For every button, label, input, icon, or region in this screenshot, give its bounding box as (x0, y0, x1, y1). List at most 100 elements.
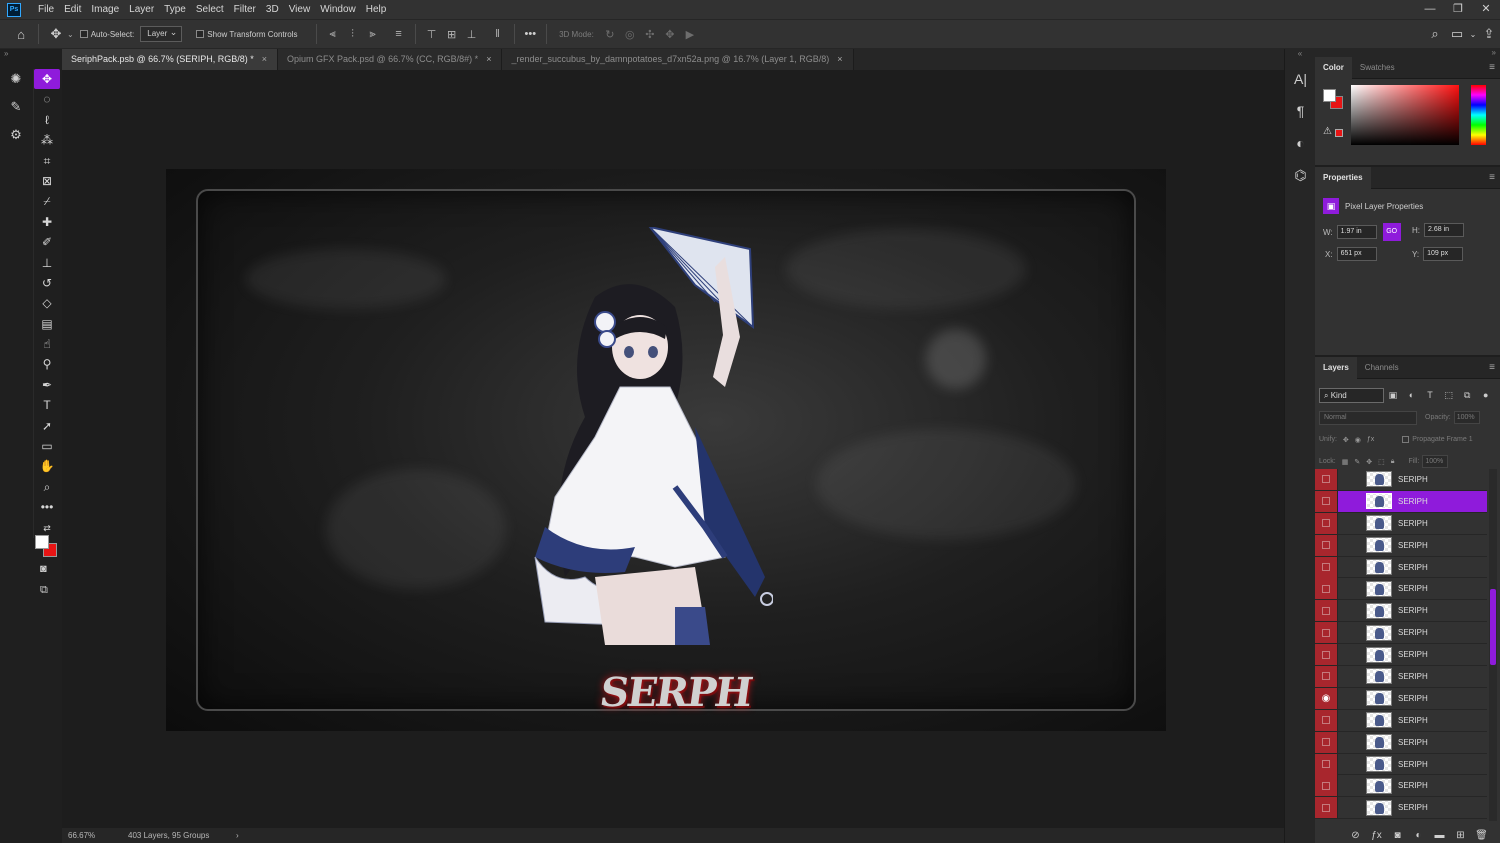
layer-list-scrollbar[interactable] (1489, 469, 1497, 821)
eye-off-icon[interactable] (1322, 650, 1330, 659)
tab-layers[interactable]: Layers (1315, 356, 1357, 379)
opacity-input[interactable]: 100% (1453, 411, 1480, 424)
width-input[interactable]: 1.97 in (1336, 225, 1377, 239)
tab-swatches[interactable]: Swatches (1352, 57, 1403, 79)
layer-row[interactable]: SERIPH (1315, 512, 1487, 535)
home-icon[interactable]: ⌂ (10, 27, 32, 42)
y-input[interactable]: 109 px (1423, 247, 1464, 261)
eye-off-icon[interactable] (1322, 781, 1330, 790)
layer-visibility-toggle[interactable] (1315, 512, 1338, 534)
layer-visibility-toggle[interactable] (1315, 490, 1338, 512)
layer-visibility-toggle[interactable] (1315, 469, 1338, 490)
layer-row[interactable]: SERIPH (1315, 709, 1487, 732)
unify-style-icon[interactable]: ƒx (1367, 436, 1374, 443)
eye-icon[interactable]: ◉ (1322, 693, 1331, 704)
show-transform-checkbox[interactable]: Show Transform Controls (196, 30, 298, 39)
artboard[interactable]: SERPH (166, 169, 1166, 731)
menu-layer[interactable]: Layer (124, 0, 159, 19)
restore-icon[interactable]: ❐ (1444, 0, 1472, 19)
more-tools-icon[interactable]: ••• (34, 497, 60, 517)
layer-row[interactable]: SERIPH (1315, 644, 1487, 667)
lasso-tool-icon[interactable]: ℓ (34, 110, 60, 130)
align-left-icon[interactable]: ⫷ (323, 27, 343, 41)
delete-layer-icon[interactable]: 🗑︎ (1471, 830, 1492, 841)
panel-menu-icon[interactable]: ≡ (1489, 357, 1495, 379)
layer-row[interactable]: SERIPH (1315, 600, 1487, 623)
more-options-icon[interactable]: ••• (525, 28, 537, 40)
close-icon[interactable]: × (262, 49, 267, 70)
3d-slide-icon[interactable]: ✥ (660, 27, 680, 41)
chevron-down-icon[interactable]: ⌄ (67, 30, 74, 39)
close-icon[interactable]: ✕ (1472, 0, 1500, 19)
filter-adjustment-icon[interactable]: ◐ (1402, 390, 1421, 400)
brush-settings-icon[interactable]: ✎ (4, 93, 28, 121)
tab-seriphpack[interactable]: SeriphPack.psb @ 66.7% (SERIPH, RGB/8) *… (62, 49, 278, 70)
menu-select[interactable]: Select (191, 0, 229, 19)
gamut-warning-icon[interactable]: ⚠ (1323, 126, 1332, 137)
3d-orbit-icon[interactable]: ↻ (600, 27, 620, 41)
menu-filter[interactable]: Filter (229, 0, 261, 19)
lock-artboard-icon[interactable]: ⬚ (1378, 458, 1385, 466)
workspace-icon[interactable]: ▭ (1446, 26, 1468, 42)
layer-visibility-toggle[interactable] (1315, 731, 1338, 753)
align-right-icon[interactable]: ⫸ (363, 27, 383, 41)
adjustments-icon[interactable]: ⚙ (4, 121, 28, 149)
filter-type-icon[interactable]: T (1421, 390, 1440, 400)
paragraph-panel-icon[interactable]: ¶ (1285, 95, 1316, 127)
x-input[interactable]: 651 px (1336, 247, 1377, 261)
pen-tool-icon[interactable]: ✒ (34, 375, 60, 395)
align-bottom-icon[interactable]: ⊥ (462, 27, 482, 41)
link-layers-icon[interactable]: ⊘ (1345, 830, 1366, 841)
gamut-color-swatch[interactable] (1335, 129, 1343, 137)
tab-channels[interactable]: Channels (1357, 357, 1407, 379)
anime-character-render[interactable] (525, 227, 773, 645)
character-panel-icon[interactable]: A| (1285, 63, 1316, 95)
new-adjustment-icon[interactable]: ◐ (1408, 830, 1429, 841)
layer-visibility-toggle[interactable] (1315, 600, 1338, 622)
layer-row[interactable]: SERIPH (1315, 731, 1487, 754)
chevron-down-icon[interactable]: ⌄ (1468, 30, 1478, 39)
height-input[interactable]: 2.68 in (1424, 223, 1464, 237)
move-tool-icon[interactable]: ✥ (45, 26, 67, 42)
foreground-color-swatch[interactable] (1323, 89, 1336, 102)
layer-visibility-toggle[interactable] (1315, 644, 1338, 666)
auto-select-checkbox[interactable]: Auto-Select: (79, 30, 134, 39)
layer-row[interactable]: SERIPH (1315, 578, 1487, 601)
layer-row[interactable]: SERIPH (1315, 775, 1487, 798)
layer-row[interactable]: SERIPH (1315, 665, 1487, 688)
collapse-arrows-icon[interactable]: « (1285, 49, 1315, 63)
adjustments-panel-icon[interactable]: ◐ (1285, 127, 1316, 159)
link-dimensions-button[interactable]: GO (1382, 223, 1401, 241)
path-selection-icon[interactable]: ➚ (34, 416, 60, 436)
new-layer-icon[interactable]: ⊞ (1450, 830, 1471, 841)
frame-tool-icon[interactable]: ⊠ (34, 171, 60, 191)
align-center-icon[interactable]: ⫶ (343, 27, 363, 41)
layer-row[interactable]: SERIPH (1315, 797, 1487, 820)
layer-visibility-toggle[interactable] (1315, 665, 1338, 687)
menu-file[interactable]: File (33, 0, 59, 19)
layer-visibility-toggle[interactable] (1315, 622, 1338, 644)
layer-style-icon[interactable]: ƒx (1366, 830, 1387, 841)
layer-visibility-toggle[interactable] (1315, 578, 1338, 600)
canvas-area[interactable]: SERPH (62, 70, 1284, 828)
magic-wand-icon[interactable]: ⁂ (34, 130, 60, 150)
eye-off-icon[interactable] (1322, 738, 1330, 747)
eye-off-icon[interactable] (1322, 497, 1330, 506)
layer-row[interactable]: SERIPH (1315, 534, 1487, 557)
layer-row[interactable]: ◉ SERIPH (1315, 687, 1487, 710)
brush-tool-icon[interactable]: ✐ (34, 232, 60, 252)
unify-position-icon[interactable]: ✥ (1343, 436, 1349, 444)
layer-row[interactable]: SERIPH (1315, 556, 1487, 579)
hand-tool-icon[interactable]: ✋ (34, 456, 60, 476)
eye-off-icon[interactable] (1322, 475, 1330, 484)
scrollbar-thumb[interactable] (1490, 589, 1496, 665)
rectangle-tool-icon[interactable]: ▭ (34, 436, 60, 456)
eye-off-icon[interactable] (1322, 584, 1330, 593)
zoom-tool-icon[interactable]: ⌕ (34, 477, 60, 497)
lock-pixels-icon[interactable]: ✎ (1354, 458, 1360, 466)
filter-toggle-icon[interactable]: ● (1476, 390, 1495, 400)
paths-panel-icon[interactable]: ⌬ (1285, 159, 1316, 191)
menu-edit[interactable]: Edit (59, 0, 86, 19)
move-tool-icon[interactable]: ✥ (34, 69, 60, 90)
fill-input[interactable]: 100% (1422, 455, 1449, 468)
